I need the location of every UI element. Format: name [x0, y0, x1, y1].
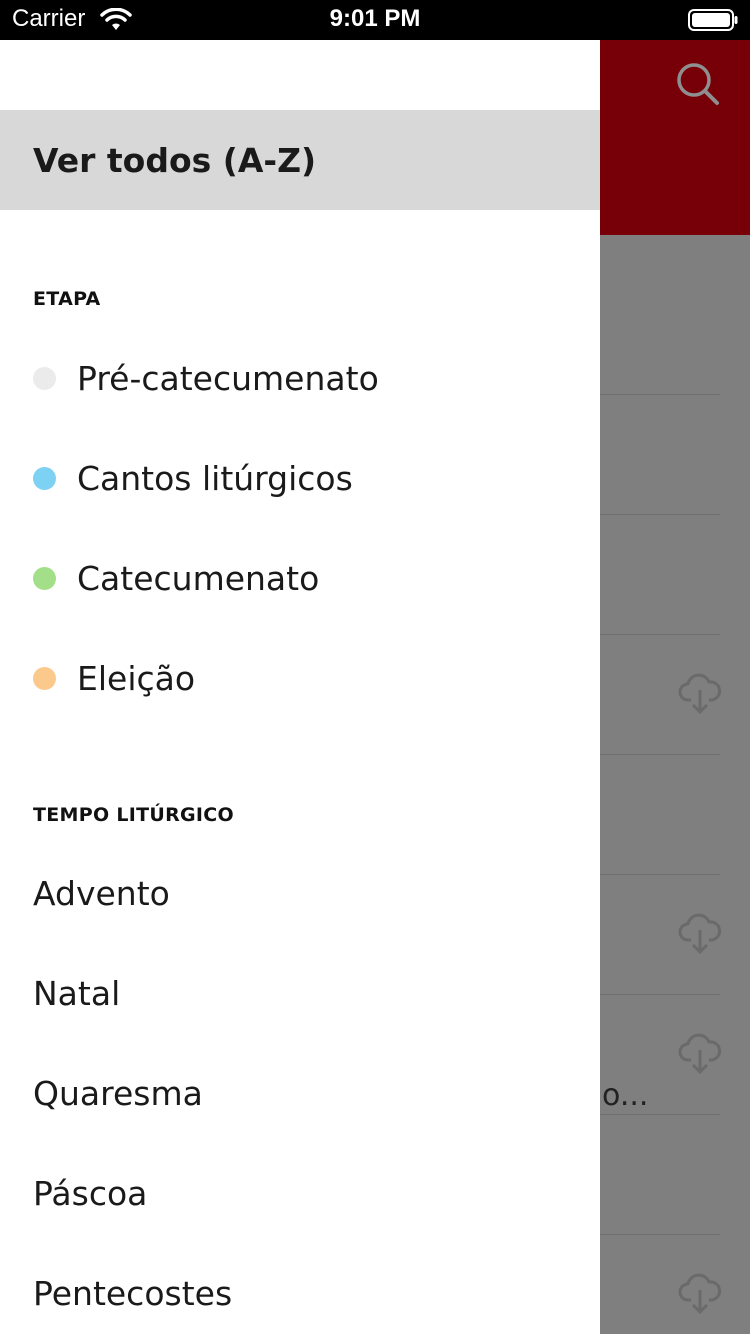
clock: 9:01 PM: [329, 5, 421, 32]
list-row-divider: [600, 874, 720, 875]
status-bar: Carrier 9:01 PM: [0, 0, 750, 40]
stage-color-dot: [33, 366, 56, 390]
menu-item-quaresma[interactable]: Quaresma: [0, 1053, 600, 1133]
view-all-item[interactable]: Ver todos (A-Z): [0, 110, 600, 210]
background-app-overlay[interactable]: o...: [600, 40, 750, 1334]
stage-color-dot: [33, 566, 56, 590]
battery-icon: [688, 9, 738, 31]
side-drawer: Ver todos (A-Z) ETAPA Pré-catecumenato C…: [0, 40, 600, 1334]
menu-item-eleicao[interactable]: Eleição: [0, 638, 600, 718]
menu-item-label: Eleição: [77, 658, 196, 698]
menu-item-pre-catecumenato[interactable]: Pré-catecumenato: [0, 338, 600, 418]
menu-item-natal[interactable]: Natal: [0, 953, 600, 1033]
menu-item-label: Pentecostes: [33, 1273, 233, 1313]
menu-item-advento[interactable]: Advento: [0, 853, 600, 933]
menu-item-label: Advento: [33, 873, 170, 913]
menu-item-label: Natal: [33, 973, 121, 1013]
stage-color-dot: [33, 466, 56, 490]
section-title-etapa: ETAPA: [33, 288, 101, 310]
menu-item-label: Pré-catecumenato: [77, 358, 379, 398]
cloud-download-icon[interactable]: [678, 1272, 722, 1316]
menu-item-pentecostes[interactable]: Pentecostes: [0, 1253, 600, 1333]
menu-item-label: Cantos litúrgicos: [77, 458, 353, 498]
list-row-divider: [600, 514, 720, 515]
cloud-download-icon[interactable]: [678, 912, 722, 956]
menu-item-label: Páscoa: [33, 1173, 148, 1213]
menu-item-pascoa[interactable]: Páscoa: [0, 1153, 600, 1233]
menu-item-label: Quaresma: [33, 1073, 203, 1113]
list-row-divider: [600, 994, 720, 995]
background-header: [600, 40, 750, 235]
list-row-divider: [600, 1234, 720, 1235]
search-icon[interactable]: [676, 62, 720, 106]
view-all-label: Ver todos (A-Z): [33, 140, 317, 180]
list-row-divider: [600, 1114, 720, 1115]
section-title-tempo-liturgico: TEMPO LITÚRGICO: [33, 804, 234, 826]
list-row-divider: [600, 634, 720, 635]
background-list-text: o...: [602, 1078, 649, 1113]
list-row-divider: [600, 394, 720, 395]
menu-item-cantos-liturgicos[interactable]: Cantos litúrgicos: [0, 438, 600, 518]
list-row-divider: [600, 754, 720, 755]
stage-color-dot: [33, 666, 56, 690]
menu-item-catecumenato[interactable]: Catecumenato: [0, 538, 600, 618]
cloud-download-icon[interactable]: [678, 672, 722, 716]
cloud-download-icon[interactable]: [678, 1032, 722, 1076]
menu-item-label: Catecumenato: [77, 558, 320, 598]
